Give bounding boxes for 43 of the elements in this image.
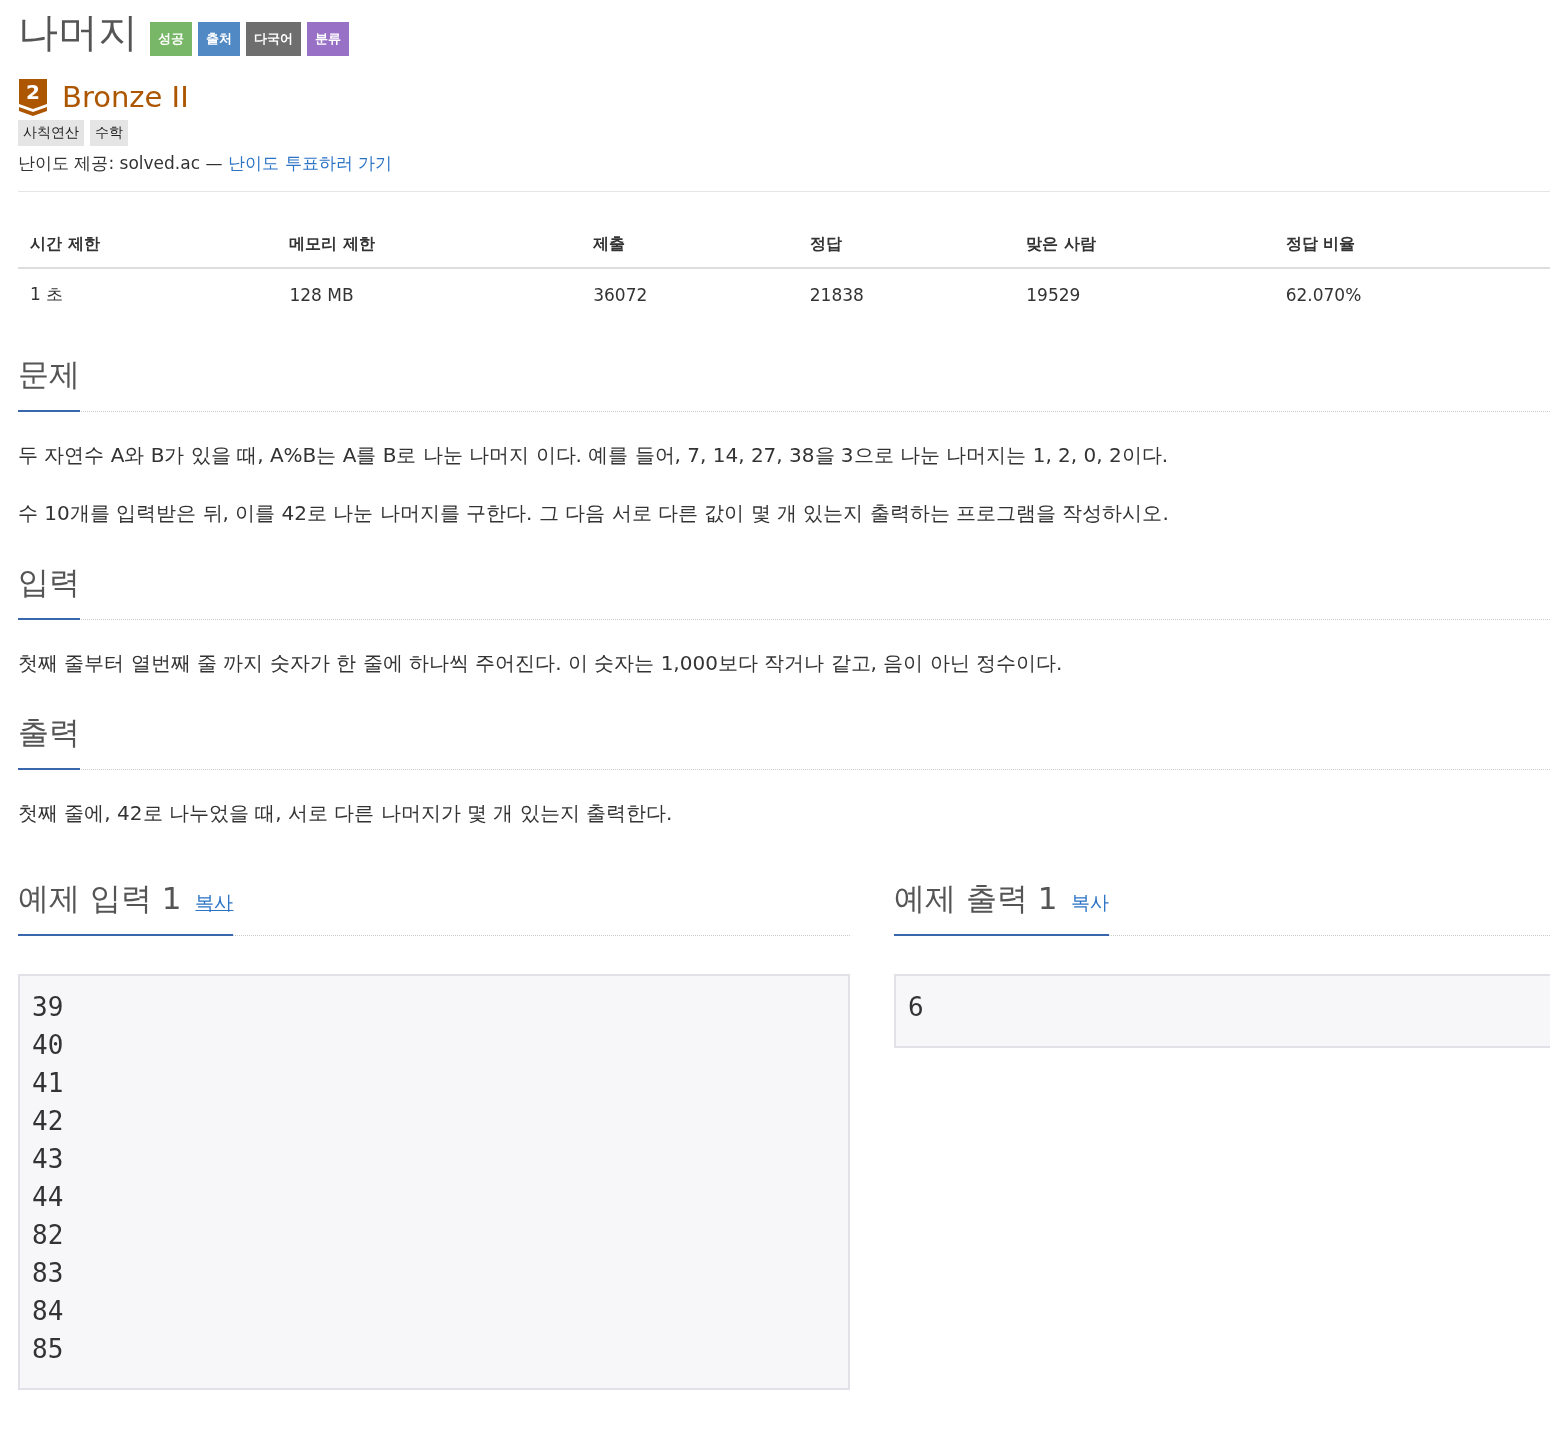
sample-heading: 예제 입력 1 [18,879,182,918]
code-line: 82 [32,1219,65,1252]
paragraph: 수 10개를 입력받은 뒤, 이를 42로 나눈 나머지를 구한다. 그 다음 서로 다른 값이 몇 개 있는지 출력하는 프로그램을 작성하시오. [18,500,1170,527]
column-header: 시간 제한 [18,222,278,268]
label-badge[interactable]: 다국어 [246,22,301,56]
tier-name[interactable]: Bronze II [62,80,189,114]
table-cell: 1 초 [18,268,278,320]
paragraph: 두 자연수 A와 B가 있을 때, A%B는 A를 B로 나눈 나머지 이다. 예를 들어, 7, 14, 27, 38을 3으로 나눈 나머지는 1, 2, 0, 2이다. [18,442,1170,469]
table-cell: 62.070% [1273,268,1550,320]
copy-link[interactable]: 복사 [195,890,234,916]
section-heading: 출력 [18,700,80,770]
code-line: 40 [32,1029,65,1062]
column-header: 정답 비율 [1273,222,1550,268]
tag[interactable]: 사칙연산 [18,120,84,146]
table-cell: 19529 [1014,268,1274,320]
table-cell: 128 MB [277,268,582,320]
code-line: 84 [32,1295,65,1328]
paragraph: 첫째 줄에, 42로 나누었을 때, 서로 다른 나머지가 몇 개 있는지 출력한다. [18,800,674,827]
table-cell: 21838 [797,268,1015,320]
column-header: 메모리 제한 [277,222,582,268]
tag[interactable]: 수학 [90,120,128,146]
label-badge[interactable]: 출처 [198,22,240,56]
code-line: 42 [32,1105,65,1138]
paragraph: 첫째 줄부터 열번째 줄 까지 숫자가 한 줄에 하나씩 주어진다. 이 숫자는 1,000보다 작거나 같고, 음이 아닌 정수이다. [18,650,1064,677]
code-line: 41 [32,1067,65,1100]
column-header: 제출 [581,222,798,268]
table-cell: 36072 [581,268,798,320]
column-header: 정답 [797,222,1015,268]
vote-link[interactable]: 난이도 투표하러 가기 [228,152,393,175]
section-heading: 입력 [18,550,80,620]
code-line: 39 [32,991,65,1024]
code-line: 44 [32,1181,65,1214]
problem-title: 나머지 [18,8,138,56]
difficulty-note: 난이도 제공: solved.ac — [18,152,223,175]
code-line: 6 [908,991,925,1024]
label-badge[interactable]: 분류 [307,22,349,56]
copy-link[interactable]: 복사 [1071,890,1110,916]
code-line: 43 [32,1143,65,1176]
sample-heading: 예제 출력 1 [894,879,1058,918]
section-heading: 문제 [18,342,80,412]
column-header: 맞은 사람 [1014,222,1274,268]
code-line: 83 [32,1257,65,1290]
code-line: 85 [32,1333,65,1366]
